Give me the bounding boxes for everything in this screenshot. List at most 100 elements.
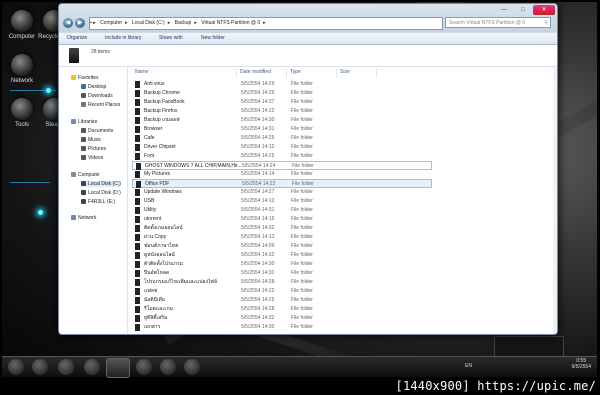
file-row[interactable]: เอกสาร 5/5/2554 14:30 File folder <box>132 323 432 332</box>
taskbar-firefox-icon[interactable] <box>58 359 74 375</box>
network-icon <box>11 54 33 76</box>
file-type: File folder <box>291 108 313 114</box>
column-header-date[interactable]: Date modified <box>237 69 287 78</box>
file-row[interactable]: ผ่าน Copy 5/5/2554 14:13 File folder <box>132 233 432 242</box>
search-input[interactable]: Search Virtual NTFS Partition @ 0 ⚲ <box>445 17 551 28</box>
file-row[interactable]: Browser 5/5/2554 14:31 File folder <box>132 125 432 134</box>
file-row[interactable]: My Pictures 5/5/2554 14:14 File folder <box>132 170 432 179</box>
file-row[interactable]: ยูทิลิตี้เสริม 5/5/2554 14:32 File folder <box>132 314 432 323</box>
folder-icon <box>135 189 140 196</box>
file-row[interactable]: มัลติมีเดีย 5/5/2554 14:25 File folder <box>132 296 432 305</box>
taskbar-app-icon[interactable] <box>184 359 200 375</box>
glow-dot <box>46 88 51 93</box>
nav-item-desktop[interactable]: Desktop <box>81 84 106 90</box>
include-in-library-button[interactable]: Include in library <box>105 35 141 41</box>
explorer-window: — □ ✕ ◀ ▶ ▪ ▸ Computer ▸ Local Disk (C:) ▸… <box>58 3 558 335</box>
file-name: มัลติมีเดีย <box>144 297 165 303</box>
column-header-name[interactable]: Name <box>132 69 237 78</box>
nav-computer[interactable]: Computer <box>71 172 100 178</box>
start-button[interactable] <box>8 359 24 375</box>
minimize-button[interactable]: — <box>495 5 513 15</box>
file-name: รีโมตและเกม <box>144 306 173 312</box>
file-row[interactable]: Anti virus 5/5/2554 14:29 File folder <box>132 80 432 89</box>
breadcrumb-item[interactable]: Backup <box>175 20 192 26</box>
file-row[interactable]: Backup Firefox 5/5/2554 14:22 File folder <box>132 107 432 116</box>
file-row[interactable]: ปีนอัพโหลด 5/5/2554 14:30 File folder <box>132 269 432 278</box>
file-row[interactable]: USB 5/5/2554 14:12 File folder <box>132 197 432 206</box>
column-header-type[interactable]: Type <box>287 69 337 78</box>
downloads-icon <box>81 93 86 99</box>
file-row[interactable]: ติดตั้งเกมออนไลน์ 5/5/2554 14:32 File fold… <box>132 224 432 233</box>
nav-item-local-disk-c[interactable]: Local Disk (C:) <box>81 181 121 187</box>
file-row[interactable]: Backup เกมออฟ 5/5/2554 14:30 File folder <box>132 116 432 125</box>
folder-icon <box>135 108 140 115</box>
nav-item-pictures[interactable]: Pictures <box>81 146 106 152</box>
breadcrumb-item[interactable]: Local Disk (C:) <box>132 20 165 26</box>
close-button[interactable]: ✕ <box>533 5 555 15</box>
folder-icon <box>135 144 140 151</box>
organize-button[interactable]: Organize <box>67 35 87 41</box>
clock-date: 9/5/2554 <box>571 364 591 370</box>
back-button[interactable]: ◀ <box>63 18 73 28</box>
file-name: โปรแกรมแก้ไขแฟ้มและแปลงไฟล์ <box>144 279 218 285</box>
clock[interactable]: 0:55 9/5/2554 <box>572 358 591 370</box>
nav-libraries[interactable]: Libraries <box>71 119 97 125</box>
taskbar-home-icon[interactable] <box>136 359 152 375</box>
nav-item-downloads[interactable]: Downloads <box>81 93 113 99</box>
file-row[interactable]: Cafe 5/5/2554 14:25 File folder <box>132 134 432 143</box>
column-header-size[interactable]: Size <box>337 69 377 78</box>
file-row[interactable]: โปรแกรมแก้ไขแฟ้มและแปลงไฟล์ 5/5/2554 14:2… <box>132 278 432 287</box>
file-row[interactable]: Backup Chrome 5/5/2554 14:29 File folder <box>132 89 432 98</box>
desktop-icon-network[interactable]: Network <box>2 54 42 84</box>
glow-line <box>10 182 50 183</box>
file-type: File folder <box>291 99 313 105</box>
language-indicator[interactable]: EN <box>465 363 472 369</box>
breadcrumb-separator: ▸ <box>125 20 128 26</box>
breadcrumb-item[interactable]: Computer <box>100 20 122 26</box>
file-row[interactable]: Driver Chipset 5/5/2554 14:12 File folder <box>132 143 432 152</box>
file-date: 5/5/2554 14:32 <box>241 225 275 231</box>
file-row[interactable]: utorrent 5/5/2554 14:15 File folder <box>132 215 432 224</box>
taskbar-app-icon[interactable] <box>32 359 48 375</box>
nav-favorites[interactable]: Favorites <box>71 75 99 81</box>
nav-network[interactable]: Network <box>71 215 96 221</box>
file-row[interactable]: Office PDF 5/5/2554 14:23 File folder <box>132 179 432 188</box>
nav-item-videos[interactable]: Videos <box>81 155 103 161</box>
file-row[interactable]: Update Windows 5/5/2554 14:27 File folder <box>132 188 432 197</box>
breadcrumb-item[interactable]: Virtual NTFS Partition @ 0 <box>201 20 260 26</box>
nav-item-recent-places[interactable]: Recent Places <box>81 102 120 108</box>
file-row[interactable]: แฟลช 5/5/2554 14:22 File folder <box>132 287 432 296</box>
file-date: 5/5/2554 14:25 <box>241 153 275 159</box>
new-folder-button[interactable]: New folder <box>201 35 225 41</box>
taskbar-app-icon[interactable] <box>160 359 176 375</box>
nav-label: Computer <box>78 172 100 178</box>
file-row[interactable]: ดูหนังออนไลน์ 5/5/2554 14:32 File folder <box>132 251 432 260</box>
file-row[interactable]: Font 5/5/2554 14:25 File folder <box>132 152 432 161</box>
nav-item-local-disk-d[interactable]: Local Disk (D:) <box>81 190 121 196</box>
nav-item-documents[interactable]: Documents <box>81 128 113 134</box>
share-with-button[interactable]: Share with <box>159 35 183 41</box>
address-bar[interactable]: ▪ ▸ Computer ▸ Local Disk (C:) ▸ Backup ▸ V… <box>89 17 443 30</box>
music-icon <box>81 137 86 143</box>
maximize-button[interactable]: □ <box>514 5 532 15</box>
file-row[interactable]: รีโมตและเกม 5/5/2554 14:28 File folder <box>132 305 432 314</box>
file-row[interactable]: Backup FaceBook 5/5/2554 14:27 File folder <box>132 98 432 107</box>
screenshot-frame: Computer Recycle Bin Network Tools Steam… <box>0 0 600 395</box>
file-row[interactable]: ฟอนต์ภาษาไทย 5/5/2554 14:09 File folder <box>132 242 432 251</box>
taskbar-app-icon[interactable] <box>84 359 100 375</box>
forward-button[interactable]: ▶ <box>75 18 85 28</box>
details-header: 28 items <box>59 45 557 67</box>
nav-label: Desktop <box>88 84 107 90</box>
file-row[interactable]: GHOST WINDOWS 7 ALL CHIP,MAIN,Hir... 5/5/… <box>132 161 432 170</box>
nav-item-drive-e[interactable]: F4R3LL (E:) <box>81 199 115 205</box>
file-date: 5/5/2554 14:27 <box>241 189 275 195</box>
file-type: File folder <box>291 243 313 249</box>
file-date: 5/5/2554 14:30 <box>241 270 275 276</box>
file-name: utorrent <box>144 216 162 222</box>
file-row[interactable]: ตัวติดตั้งโปรแกรม 5/5/2554 14:30 File fold… <box>132 260 432 269</box>
nav-item-music[interactable]: Music <box>81 137 101 143</box>
file-type: File folder <box>291 135 313 141</box>
file-row[interactable]: Utility 5/5/2554 14:31 File folder <box>132 206 432 215</box>
scrollbar[interactable] <box>553 67 557 334</box>
taskbar-explorer-button[interactable] <box>106 358 130 378</box>
